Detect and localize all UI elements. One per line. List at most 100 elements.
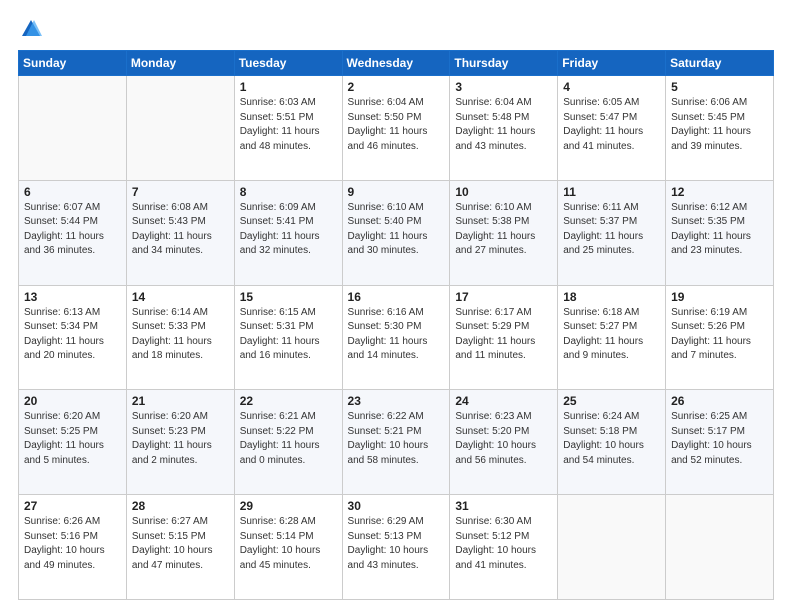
calendar-cell: 18Sunrise: 6:18 AMSunset: 5:27 PMDayligh… (558, 285, 666, 390)
day-number: 12 (671, 185, 768, 199)
calendar-cell: 5 Sunrise: 6:06 AMSunset: 5:45 PMDaylight… (666, 76, 774, 181)
day-number: 7 (132, 185, 229, 199)
day-info: Sunrise: 6:19 AMSunset: 5:26 PMDaylight:… (671, 306, 768, 364)
day-number: 23 (348, 394, 445, 408)
day-info: Sunrise: 6:06 AMSunset: 5:45 PMDaylight:… (671, 96, 768, 154)
day-info: Sunrise: 6:30 AMSunset: 5:12 PMDaylight:… (455, 515, 552, 573)
calendar-cell: 14 Sunrise: 6:14 AMSunset: 5:33 PMDayligh… (126, 285, 234, 390)
day-info: Sunrise: 6:04 AMSunset: 5:50 PMDaylight:… (348, 96, 445, 154)
day-info: Sunrise: 6:27 AMSunset: 5:15 PMDaylight:… (132, 515, 229, 573)
day-number: 6 (24, 185, 121, 199)
day-info: Sunrise: 6:17 AMSunset: 5:29 PMDaylight:… (455, 306, 552, 364)
day-number: 17 (455, 290, 552, 304)
day-info: Sunrise: 6:08 AMSunset: 5:43 PMDaylight:… (132, 201, 229, 259)
day-info: Sunrise: 6:12 AMSunset: 5:35 PMDaylight:… (671, 201, 768, 259)
day-number: 1 (240, 80, 337, 94)
calendar-cell (19, 76, 127, 181)
calendar-cell (666, 495, 774, 600)
calendar-cell: 31 Sunrise: 6:30 AMSunset: 5:12 PMDayligh… (450, 495, 558, 600)
logo-icon (20, 18, 42, 40)
day-info: Sunrise: 6:29 AMSunset: 5:13 PMDaylight:… (348, 515, 445, 573)
calendar-cell: 16Sunrise: 6:16 AMSunset: 5:30 PMDayligh… (342, 285, 450, 390)
logo (18, 18, 42, 40)
calendar-week-row: 27 Sunrise: 6:26 AMSunset: 5:16 PMDayligh… (19, 495, 774, 600)
calendar-cell: 7 Sunrise: 6:08 AMSunset: 5:43 PMDaylight… (126, 180, 234, 285)
day-number: 3 (455, 80, 552, 94)
calendar-cell: 4 Sunrise: 6:05 AMSunset: 5:47 PMDaylight… (558, 76, 666, 181)
day-number: 10 (455, 185, 552, 199)
day-number: 14 (132, 290, 229, 304)
calendar-cell: 6 Sunrise: 6:07 AMSunset: 5:44 PMDaylight… (19, 180, 127, 285)
day-number: 11 (563, 185, 660, 199)
day-number: 27 (24, 499, 121, 513)
day-info: Sunrise: 6:20 AMSunset: 5:25 PMDaylight:… (24, 410, 121, 468)
calendar-cell: 1Sunrise: 6:03 AMSunset: 5:51 PMDaylight… (234, 76, 342, 181)
calendar-cell: 20Sunrise: 6:20 AMSunset: 5:25 PMDayligh… (19, 390, 127, 495)
calendar-week-row: 20Sunrise: 6:20 AMSunset: 5:25 PMDayligh… (19, 390, 774, 495)
day-number: 19 (671, 290, 768, 304)
day-info: Sunrise: 6:20 AMSunset: 5:23 PMDaylight:… (132, 410, 229, 468)
day-info: Sunrise: 6:09 AMSunset: 5:41 PMDaylight:… (240, 201, 337, 259)
weekday-header: Friday (558, 51, 666, 76)
calendar-week-row: 13 Sunrise: 6:13 AMSunset: 5:34 PMDayligh… (19, 285, 774, 390)
calendar-cell: 12 Sunrise: 6:12 AMSunset: 5:35 PMDayligh… (666, 180, 774, 285)
day-number: 28 (132, 499, 229, 513)
day-number: 15 (240, 290, 337, 304)
day-info: Sunrise: 6:04 AMSunset: 5:48 PMDaylight:… (455, 96, 552, 154)
day-info: Sunrise: 6:22 AMSunset: 5:21 PMDaylight:… (348, 410, 445, 468)
day-number: 29 (240, 499, 337, 513)
weekday-header: Saturday (666, 51, 774, 76)
day-number: 26 (671, 394, 768, 408)
day-info: Sunrise: 6:25 AMSunset: 5:17 PMDaylight:… (671, 410, 768, 468)
calendar-cell: 9 Sunrise: 6:10 AMSunset: 5:40 PMDaylight… (342, 180, 450, 285)
day-number: 31 (455, 499, 552, 513)
calendar-cell: 3 Sunrise: 6:04 AMSunset: 5:48 PMDaylight… (450, 76, 558, 181)
calendar-cell: 8 Sunrise: 6:09 AMSunset: 5:41 PMDaylight… (234, 180, 342, 285)
weekday-header: Thursday (450, 51, 558, 76)
day-info: Sunrise: 6:14 AMSunset: 5:33 PMDaylight:… (132, 306, 229, 364)
day-number: 24 (455, 394, 552, 408)
day-info: Sunrise: 6:18 AMSunset: 5:27 PMDaylight:… (563, 306, 660, 364)
calendar-week-row: 1Sunrise: 6:03 AMSunset: 5:51 PMDaylight… (19, 76, 774, 181)
day-info: Sunrise: 6:15 AMSunset: 5:31 PMDaylight:… (240, 306, 337, 364)
calendar-cell: 27 Sunrise: 6:26 AMSunset: 5:16 PMDayligh… (19, 495, 127, 600)
header (18, 18, 774, 40)
day-info: Sunrise: 6:23 AMSunset: 5:20 PMDaylight:… (455, 410, 552, 468)
day-info: Sunrise: 6:10 AMSunset: 5:38 PMDaylight:… (455, 201, 552, 259)
calendar-cell: 24 Sunrise: 6:23 AMSunset: 5:20 PMDayligh… (450, 390, 558, 495)
calendar-week-row: 6 Sunrise: 6:07 AMSunset: 5:44 PMDaylight… (19, 180, 774, 285)
calendar-table: SundayMondayTuesdayWednesdayThursdayFrid… (18, 50, 774, 600)
day-number: 13 (24, 290, 121, 304)
day-number: 2 (348, 80, 445, 94)
calendar-cell: 28 Sunrise: 6:27 AMSunset: 5:15 PMDayligh… (126, 495, 234, 600)
day-info: Sunrise: 6:13 AMSunset: 5:34 PMDaylight:… (24, 306, 121, 364)
day-info: Sunrise: 6:10 AMSunset: 5:40 PMDaylight:… (348, 201, 445, 259)
calendar-cell: 19 Sunrise: 6:19 AMSunset: 5:26 PMDayligh… (666, 285, 774, 390)
calendar-cell: 29Sunrise: 6:28 AMSunset: 5:14 PMDayligh… (234, 495, 342, 600)
day-number: 25 (563, 394, 660, 408)
weekday-header-row: SundayMondayTuesdayWednesdayThursdayFrid… (19, 51, 774, 76)
calendar-cell: 26 Sunrise: 6:25 AMSunset: 5:17 PMDayligh… (666, 390, 774, 495)
day-number: 16 (348, 290, 445, 304)
day-number: 4 (563, 80, 660, 94)
day-info: Sunrise: 6:07 AMSunset: 5:44 PMDaylight:… (24, 201, 121, 259)
calendar-cell: 25 Sunrise: 6:24 AMSunset: 5:18 PMDayligh… (558, 390, 666, 495)
weekday-header: Sunday (19, 51, 127, 76)
weekday-header: Tuesday (234, 51, 342, 76)
day-number: 9 (348, 185, 445, 199)
day-number: 5 (671, 80, 768, 94)
day-info: Sunrise: 6:26 AMSunset: 5:16 PMDaylight:… (24, 515, 121, 573)
day-number: 8 (240, 185, 337, 199)
day-info: Sunrise: 6:05 AMSunset: 5:47 PMDaylight:… (563, 96, 660, 154)
day-info: Sunrise: 6:21 AMSunset: 5:22 PMDaylight:… (240, 410, 337, 468)
calendar-cell: 30Sunrise: 6:29 AMSunset: 5:13 PMDayligh… (342, 495, 450, 600)
calendar-cell: 11 Sunrise: 6:11 AMSunset: 5:37 PMDayligh… (558, 180, 666, 285)
day-info: Sunrise: 6:11 AMSunset: 5:37 PMDaylight:… (563, 201, 660, 259)
calendar-cell: 21Sunrise: 6:20 AMSunset: 5:23 PMDayligh… (126, 390, 234, 495)
weekday-header: Monday (126, 51, 234, 76)
calendar-cell: 2 Sunrise: 6:04 AMSunset: 5:50 PMDaylight… (342, 76, 450, 181)
calendar-cell (558, 495, 666, 600)
page: SundayMondayTuesdayWednesdayThursdayFrid… (0, 0, 792, 612)
weekday-header: Wednesday (342, 51, 450, 76)
day-info: Sunrise: 6:24 AMSunset: 5:18 PMDaylight:… (563, 410, 660, 468)
